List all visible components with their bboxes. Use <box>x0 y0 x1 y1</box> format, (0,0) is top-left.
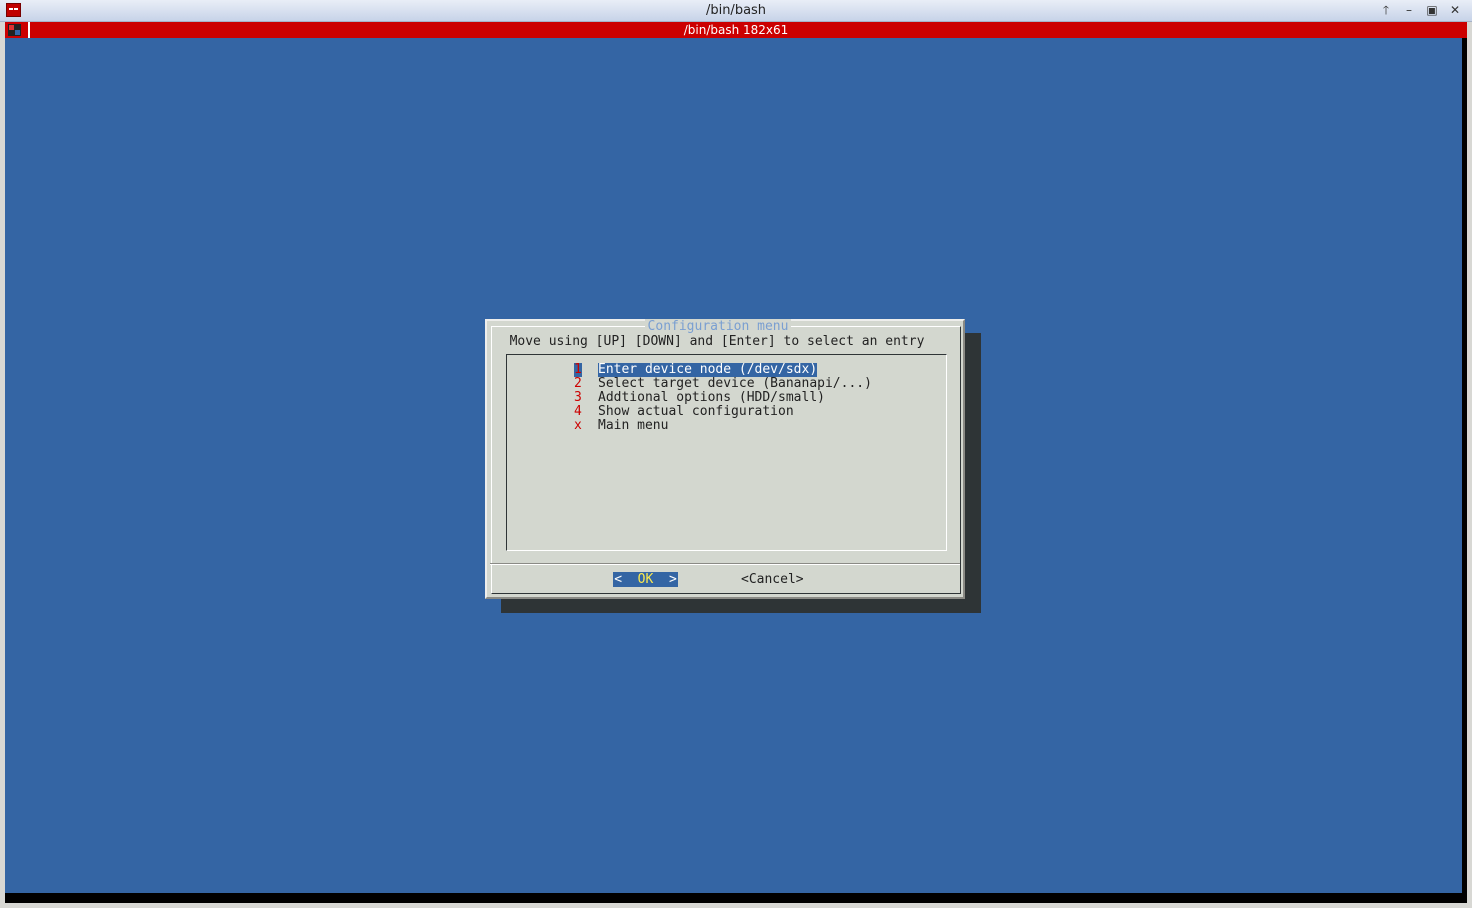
ok-label: OK <box>637 572 654 587</box>
close-icon: ✕ <box>1449 3 1461 17</box>
terminal-tab-bar: /bin/bash 182x61 <box>5 22 1467 38</box>
maximize-button[interactable]: ▣ <box>1424 3 1440 18</box>
tab-title[interactable]: /bin/bash 182x61 <box>5 22 1467 38</box>
close-button[interactable]: ✕ <box>1447 3 1463 18</box>
menu-item-label: Show actual configuration <box>598 404 794 419</box>
menu-item-tag: 1 <box>574 362 582 377</box>
configuration-dialog: Configuration menu Move using [UP] [DOWN… <box>485 319 965 599</box>
menu-item-main-menu[interactable]: x Main menu <box>574 419 668 433</box>
ok-button[interactable]: < OK > <box>613 572 678 587</box>
menu-list: 1 Enter device node (/dev/sdx) 2 Select ta… <box>506 354 947 551</box>
button-area <box>490 564 960 592</box>
menu-item-label: Enter device node (/dev/sdx) <box>598 362 818 377</box>
dialog-title: Configuration menu <box>487 319 949 335</box>
window-title-bar[interactable]: /bin/bash 🡑 – ▣ ✕ <box>0 0 1472 22</box>
minimize-icon: – <box>1406 3 1412 17</box>
menu-item-label: Addtional options (HDD/small) <box>598 390 825 405</box>
menu-item-show-configuration[interactable]: 4 Show actual configuration <box>574 405 794 419</box>
terminal-right-edge <box>1462 38 1467 903</box>
up-arrow-icon: 🡑 <box>1382 3 1390 17</box>
cancel-button[interactable]: <Cancel> <box>741 572 804 587</box>
menu-item-tag: 2 <box>574 376 582 391</box>
menu-item-enter-device-node[interactable]: 1 Enter device node (/dev/sdx) <box>574 362 818 377</box>
cancel-label: Cancel <box>748 572 796 587</box>
menu-item-tag: x <box>574 418 582 433</box>
menu-item-select-target-device[interactable]: 2 Select target device (Bananapi/...) <box>574 377 872 391</box>
terminal-bottom-strip <box>5 893 1462 903</box>
menu-item-label: Select target device (Bananapi/...) <box>598 376 872 391</box>
keep-above-button[interactable]: 🡑 <box>1378 3 1394 18</box>
maximize-icon: ▣ <box>1426 3 1438 17</box>
minimize-button[interactable]: – <box>1401 3 1417 18</box>
window-title: /bin/bash <box>705 3 767 18</box>
menu-item-label: Main menu <box>598 418 669 433</box>
menu-item-tag: 3 <box>574 390 582 405</box>
menu-item-tag: 4 <box>574 404 582 419</box>
dialog-prompt: Move using [UP] [DOWN] and [Enter] to se… <box>509 334 925 349</box>
menu-item-additional-options[interactable]: 3 Addtional options (HDD/small) <box>574 391 825 405</box>
